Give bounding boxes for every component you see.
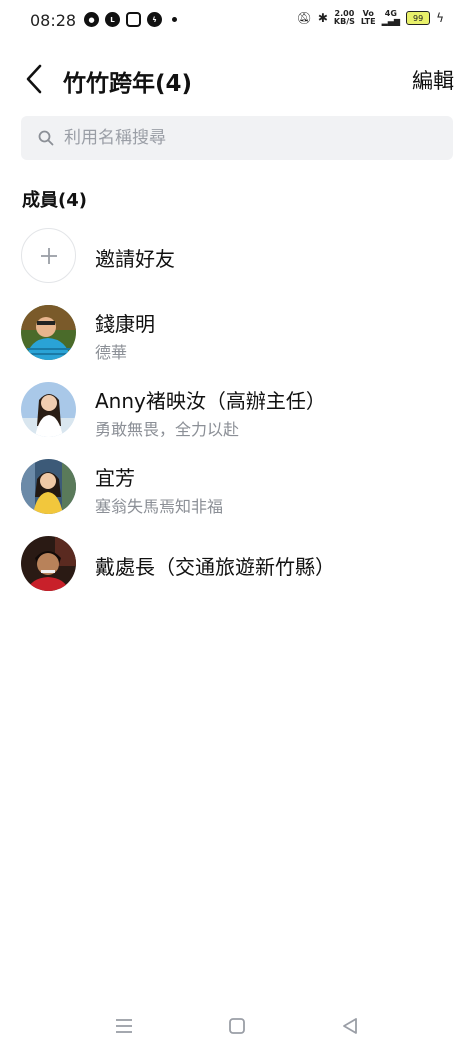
- dot-icon: [172, 17, 177, 22]
- members-section-label: 成員(4): [22, 190, 87, 211]
- search-input[interactable]: [62, 127, 446, 149]
- avatar: [21, 382, 76, 437]
- member-status: 勇敢無畏，全力以赴: [95, 420, 240, 439]
- search-icon: [38, 130, 54, 146]
- member-row[interactable]: 宜芳 塞翁失馬焉知非福: [0, 457, 474, 517]
- network-speed: 2.00 KB/S: [333, 9, 355, 26]
- bluetooth-icon: ✱: [317, 11, 328, 25]
- member-row[interactable]: Anny褚映汝（高辦主任） 勇敢無畏，全力以赴: [0, 380, 474, 440]
- navigation-bar: [0, 1000, 474, 1053]
- home-icon[interactable]: [225, 1014, 249, 1038]
- mute-icon: 🔕︎: [296, 11, 312, 25]
- member-name: 宜芳: [95, 466, 135, 490]
- status-time: 08:28: [30, 11, 77, 30]
- battery-icon: 99: [406, 11, 431, 25]
- wechat-icon: ●: [84, 12, 99, 27]
- menu-icon[interactable]: [112, 1014, 136, 1038]
- member-name: Anny褚映汝（高辦主任）: [95, 389, 326, 413]
- invite-avatar: [21, 228, 76, 283]
- header: 竹竹跨年(4) 編輯: [0, 52, 474, 108]
- volte-indicator: Vo LTE: [360, 9, 376, 26]
- line-icon: L: [105, 12, 120, 27]
- notification-icons: ● L ϟ: [84, 12, 177, 27]
- edit-button[interactable]: 編輯: [412, 65, 454, 95]
- member-status: 德華: [95, 343, 128, 362]
- system-icons: 🔕︎ ✱ 2.00 KB/S Vo LTE 4G ▂▄▆ 99 ϟ: [297, 10, 444, 26]
- status-bar: 08:28 ● L ϟ 🔕︎ ✱ 2.00 KB/S Vo LTE 4G ▂▄▆…: [0, 0, 474, 40]
- messenger-icon: ϟ: [147, 12, 162, 27]
- invite-friends-label: 邀請好友: [95, 247, 175, 271]
- search-bar[interactable]: [21, 116, 453, 160]
- member-name: 錢康明: [95, 312, 155, 336]
- charging-icon: ϟ: [436, 11, 444, 25]
- chevron-left-icon: [26, 64, 42, 94]
- avatar: [21, 536, 76, 591]
- member-row[interactable]: 戴處長（交通旅遊新竹縣）: [0, 534, 474, 594]
- page-title: 竹竹跨年(4): [63, 71, 193, 97]
- invite-friends-row[interactable]: 邀請好友: [0, 226, 474, 286]
- avatar: [21, 459, 76, 514]
- back-button[interactable]: [20, 62, 50, 96]
- member-row[interactable]: 錢康明 德華: [0, 303, 474, 363]
- avatar: [21, 305, 76, 360]
- member-name: 戴處長（交通旅遊新竹縣）: [95, 555, 335, 579]
- back-triangle-icon[interactable]: [338, 1014, 362, 1038]
- app-icon: [126, 12, 141, 27]
- signal-icon: 4G ▂▄▆: [381, 9, 401, 26]
- member-status: 塞翁失馬焉知非福: [95, 497, 224, 516]
- plus-icon: [40, 247, 57, 264]
